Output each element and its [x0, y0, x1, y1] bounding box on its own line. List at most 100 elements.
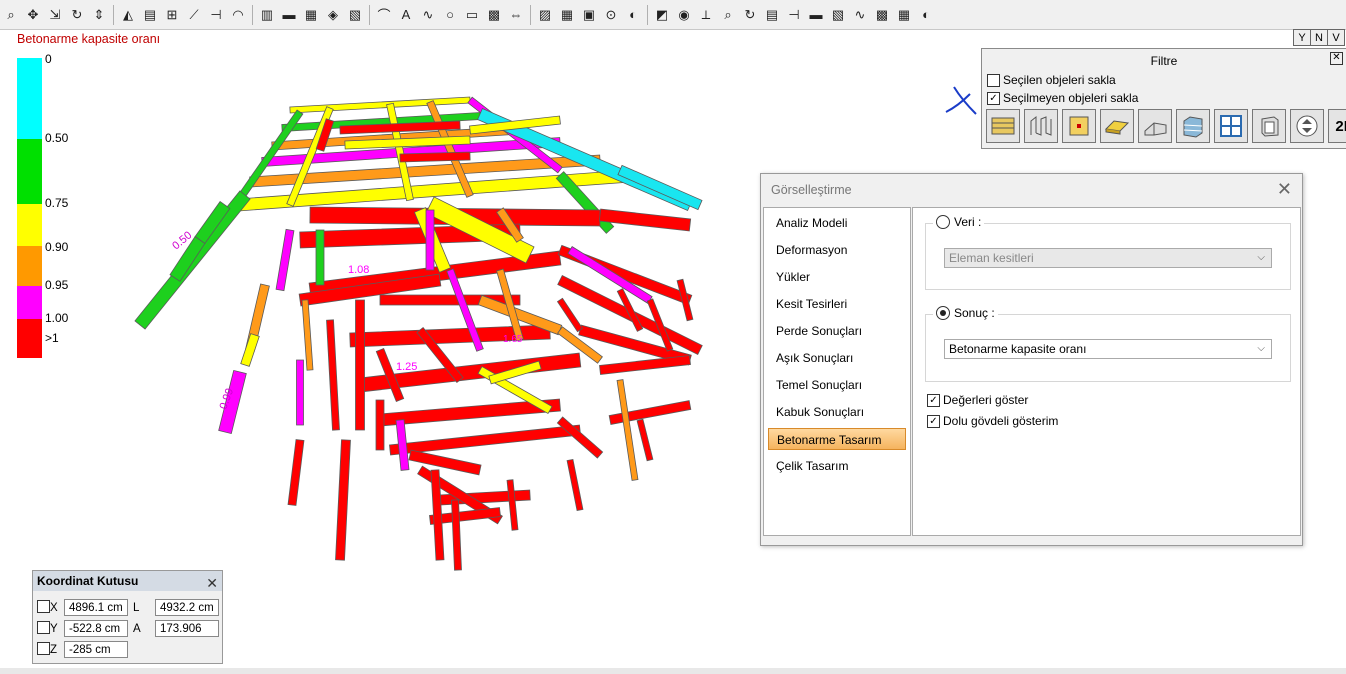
y-field[interactable]: -522.8 cm	[64, 620, 128, 637]
y-lock-checkbox[interactable]	[37, 621, 50, 634]
filter-title: Filtre	[1150, 54, 1178, 68]
mirror-icon[interactable]: ◭	[118, 4, 138, 26]
nav-item-deformasyon[interactable]: Deformasyon	[768, 239, 906, 261]
show-values-checkbox[interactable]: ✓	[927, 393, 940, 407]
z-lock-checkbox[interactable]	[37, 642, 50, 655]
tool-icon[interactable]: ▩	[872, 4, 892, 26]
x-field[interactable]: 4896.1 cm	[64, 599, 128, 616]
ruler-icon[interactable]: ⟂	[696, 4, 716, 26]
sonuc-radio-option[interactable]: Sonuç :	[933, 306, 998, 320]
veri-radio[interactable]	[936, 215, 950, 229]
nav-item-betonarme-tasarim[interactable]: Betonarme Tasarım	[768, 428, 906, 450]
tool-icon[interactable]: ◐	[916, 4, 936, 26]
table-icon[interactable]: ▦	[557, 4, 577, 26]
filter-v-button[interactable]: V	[1327, 29, 1345, 46]
tool-icon[interactable]: ▦	[894, 4, 914, 26]
legend-swatch	[17, 139, 42, 204]
z-field[interactable]: -285 cm	[64, 641, 128, 658]
veri-select[interactable]: Eleman kesitleri ⌵	[944, 248, 1272, 268]
dim-icon[interactable]: ⇔	[506, 4, 526, 26]
filter-y-button[interactable]: Y	[1293, 29, 1311, 46]
box-filter-icon[interactable]	[1252, 109, 1286, 143]
color-icon[interactable]: ◩	[652, 4, 672, 26]
grid-filter-icon[interactable]	[1214, 109, 1248, 143]
wall-filter-icon[interactable]	[1024, 109, 1058, 143]
pan-icon[interactable]: ✥	[23, 4, 43, 26]
beam-icon[interactable]: ▬	[279, 4, 299, 26]
hatch-icon[interactable]: ▩	[484, 4, 504, 26]
nav-item-kesit-tesirleri[interactable]: Kesit Tesirleri	[768, 293, 906, 315]
section-filter-icon[interactable]	[1290, 109, 1324, 143]
close-icon[interactable]: ✕	[206, 573, 218, 593]
calc-icon[interactable]: ▣	[579, 4, 599, 26]
beam-value-label: 1.08	[348, 264, 369, 276]
rect-icon[interactable]: ▭	[462, 4, 482, 26]
line-icon[interactable]: ⟋	[184, 4, 204, 26]
curve-icon[interactable]: ∿	[418, 4, 438, 26]
coordinate-box-title: Koordinat Kutusu ✕	[33, 571, 222, 591]
sonuc-radio[interactable]	[936, 306, 950, 320]
coordinate-box-title-text: Koordinat Kutusu	[37, 574, 139, 588]
close-icon[interactable]: ✕	[1330, 52, 1343, 65]
hide-selected-option[interactable]: Seçilen objeleri sakla	[987, 73, 1116, 87]
stair-icon[interactable]: ▧	[345, 4, 365, 26]
tool-icon[interactable]: ▧	[828, 4, 848, 26]
solid-view-checkbox[interactable]: ✓	[927, 414, 940, 428]
tool-icon[interactable]: ▬	[806, 4, 826, 26]
hide-selected-checkbox[interactable]	[987, 73, 1000, 87]
beam-filter-icon[interactable]	[1138, 109, 1172, 143]
filter-panel: Filtre ✕ Seçilen objeleri sakla ✓ Seçilm…	[981, 48, 1346, 149]
tool-icon[interactable]: ↻	[740, 4, 760, 26]
slab-icon[interactable]: ◈	[323, 4, 343, 26]
view-icon[interactable]: ⊙	[601, 4, 621, 26]
tool-icon[interactable]: ⊣	[784, 4, 804, 26]
hide-unselected-option[interactable]: ✓ Seçilmeyen objeleri sakla	[987, 91, 1138, 105]
chart-icon[interactable]: ▨	[535, 4, 555, 26]
measure-icon[interactable]: ⌒	[374, 4, 394, 26]
nav-item-perde-sonuclari[interactable]: Perde Sonuçları	[768, 320, 906, 342]
hide-unselected-checkbox[interactable]: ✓	[987, 91, 1000, 105]
x-lock-checkbox[interactable]	[37, 600, 50, 613]
nav-item-kabuk-sonuclari[interactable]: Kabuk Sonuçları	[768, 401, 906, 423]
column-filter-icon[interactable]	[1062, 109, 1096, 143]
grid-icon[interactable]: ⊞	[162, 4, 182, 26]
text-icon[interactable]: A	[396, 4, 416, 26]
align-icon[interactable]: ▤	[140, 4, 160, 26]
color-legend	[17, 58, 42, 358]
trim-icon[interactable]: ⊣	[206, 4, 226, 26]
a-field[interactable]: 173.906	[155, 620, 219, 637]
show-values-label: Değerleri göster	[943, 393, 1029, 407]
show-values-option[interactable]: ✓ Değerleri göster	[927, 393, 1028, 407]
solid-view-option[interactable]: ✓ Dolu gövdeli gösterim	[927, 414, 1058, 428]
snap-icon[interactable]: ⇕	[89, 4, 109, 26]
tool-icon[interactable]: ▤	[762, 4, 782, 26]
veri-radio-option[interactable]: Veri :	[933, 215, 985, 229]
move-icon[interactable]: ⇲	[45, 4, 65, 26]
render-icon[interactable]: ◐	[623, 4, 643, 26]
tool-icon[interactable]: ⌕	[718, 4, 738, 26]
slab-filter-icon[interactable]	[986, 109, 1020, 143]
close-icon[interactable]: ✕	[1277, 179, 1292, 200]
arc-icon[interactable]: ◠	[228, 4, 248, 26]
circle-icon[interactable]: ○	[440, 4, 460, 26]
nav-item-celik-tasarim[interactable]: Çelik Tasarım	[768, 455, 906, 477]
l-field[interactable]: 4932.2 cm	[155, 599, 219, 616]
rotate-icon[interactable]: ↻	[67, 4, 87, 26]
hide-unselected-label: Seçilmeyen objeleri sakla	[1003, 91, 1139, 105]
nav-item-temel-sonuclari[interactable]: Temel Sonuçları	[768, 374, 906, 396]
y-label: Y	[50, 623, 58, 635]
sonuc-select[interactable]: Betonarme kapasite oranı ⌵	[944, 339, 1272, 359]
zoom-icon[interactable]: ⌕	[1, 4, 21, 26]
nav-item-analiz-modeli[interactable]: Analiz Modeli	[768, 212, 906, 234]
filter-n-button[interactable]: N	[1310, 29, 1328, 46]
tool-icon[interactable]: ∿	[850, 4, 870, 26]
brick-filter-icon[interactable]	[1176, 109, 1210, 143]
nav-item-yukler[interactable]: Yükler	[768, 266, 906, 288]
view-2d-button[interactable]: 2D	[1328, 109, 1346, 143]
column-icon[interactable]: ▥	[257, 4, 277, 26]
wall-icon[interactable]: ▦	[301, 4, 321, 26]
plate-filter-icon[interactable]	[1100, 109, 1134, 143]
bulb-icon[interactable]: ◉	[674, 4, 694, 26]
nav-item-asik-sonuclari[interactable]: Aşık Sonuçları	[768, 347, 906, 369]
legend-label: 0.75	[45, 196, 69, 210]
